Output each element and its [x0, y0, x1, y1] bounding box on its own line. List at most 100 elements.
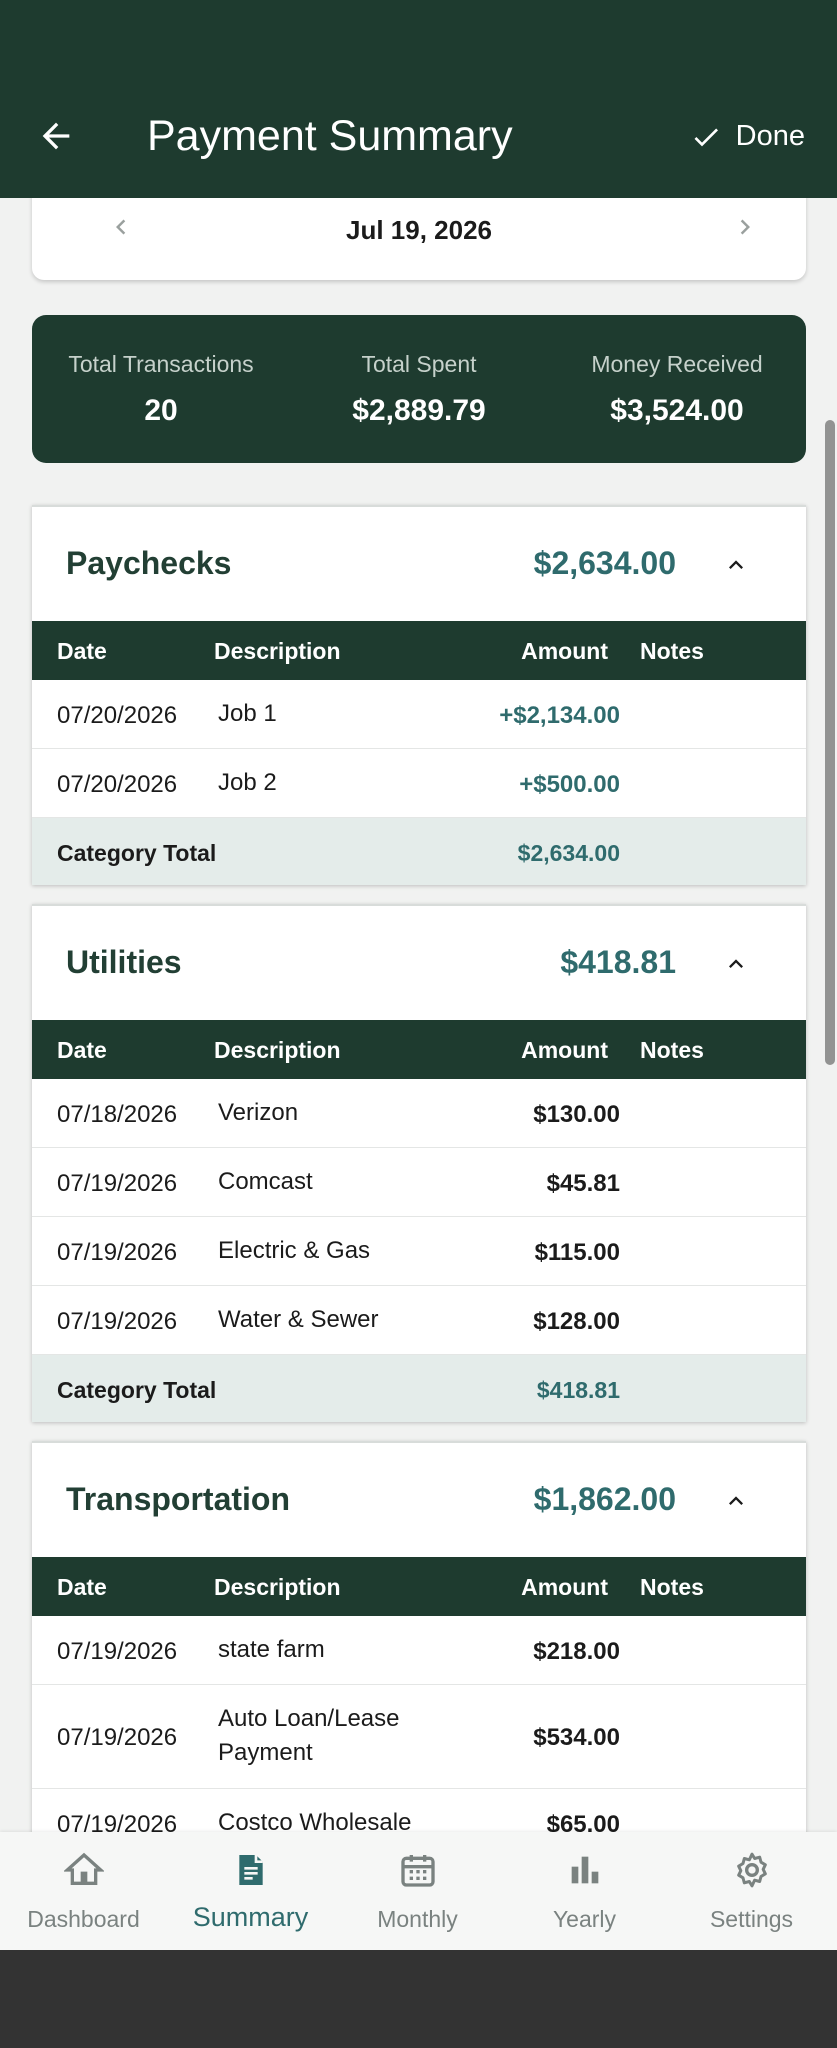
nav-label: Summary: [192, 1902, 309, 1932]
table-header: Date Description Amount Notes: [32, 621, 806, 680]
nav-label: Yearly: [552, 1906, 617, 1932]
row-date: 07/19/2026: [57, 1811, 178, 1832]
nav-label: Settings: [709, 1906, 794, 1932]
row-date: 07/20/2026: [57, 702, 178, 729]
total-amount: $418.81: [536, 1377, 620, 1403]
row-amount: $65.00: [546, 1811, 620, 1832]
col-notes: Notes: [640, 1574, 704, 1600]
row-amount: $218.00: [533, 1638, 620, 1665]
row-amount: $115.00: [534, 1239, 620, 1266]
nav-settings[interactable]: Settings: [668, 1832, 835, 1950]
category-total-row: Category Total $2,634.00: [32, 818, 806, 885]
nav-monthly[interactable]: Monthly: [334, 1832, 501, 1950]
category-total: $418.81: [560, 944, 676, 980]
check-icon: [694, 127, 718, 146]
stat-label: Money Received: [591, 351, 763, 377]
table-row[interactable]: 07/18/2026 Verizon $130.00: [32, 1079, 806, 1148]
chevron-up-icon[interactable]: [722, 950, 750, 978]
stat-value: $3,524.00: [610, 394, 744, 427]
row-amount: $128.00: [533, 1308, 620, 1335]
calendar-icon: [401, 1855, 435, 1887]
table-row[interactable]: 07/19/2026 Electric & Gas $115.00: [32, 1217, 806, 1286]
table-row[interactable]: 07/19/2026 Costco Wholesale $65.00: [32, 1789, 806, 1832]
category-total-row: Category Total $418.81: [32, 1355, 806, 1422]
row-description: Job 1: [218, 700, 277, 727]
col-date: Date: [57, 1037, 107, 1063]
gear-icon: [737, 1852, 767, 1888]
col-notes: Notes: [640, 638, 704, 664]
table-row[interactable]: 07/19/2026 Auto Loan/Lease Payment $534.…: [32, 1685, 806, 1789]
category-header[interactable]: Paychecks $2,634.00: [32, 507, 806, 621]
category-total: $2,634.00: [533, 545, 676, 581]
row-date: 07/18/2026: [57, 1101, 178, 1128]
row-amount: $45.81: [546, 1170, 620, 1197]
total-amount: $2,634.00: [517, 840, 620, 866]
stat-total-spent: Total Spent $2,889.79: [290, 315, 548, 463]
row-amount: $130.00: [533, 1101, 620, 1128]
date-navigator: Jul 19, 2026: [32, 198, 806, 280]
category-header[interactable]: Transportation $1,862.00: [32, 1443, 806, 1557]
nav-summary[interactable]: Summary: [167, 1832, 334, 1950]
category-card-transportation: Transportation $1,862.00 Date Descriptio…: [32, 1441, 806, 1832]
stat-total-transactions: Total Transactions 20: [32, 315, 290, 463]
stat-value: $2,889.79: [352, 394, 486, 427]
summary-stats-card: Total Transactions 20 Total Spent $2,889…: [32, 315, 806, 463]
row-date: 07/19/2026: [57, 1724, 178, 1751]
category-card-paychecks: Paychecks $2,634.00 Date Description Amo…: [32, 505, 806, 885]
current-date: Jul 19, 2026: [346, 215, 492, 245]
col-description: Description: [214, 1574, 341, 1600]
table-row[interactable]: 07/19/2026 Water & Sewer $128.00: [32, 1286, 806, 1355]
row-date: 07/19/2026: [57, 1239, 178, 1266]
row-description: state farm: [218, 1636, 325, 1663]
nav-yearly[interactable]: Yearly: [501, 1832, 668, 1950]
app-bar: Payment Summary Done: [0, 0, 837, 198]
nav-dashboard[interactable]: Dashboard: [0, 1832, 167, 1950]
row-description: Verizon: [218, 1099, 299, 1126]
summary-icon: [239, 1855, 263, 1885]
total-label: Category Total: [57, 1377, 217, 1403]
col-notes: Notes: [640, 1037, 704, 1063]
app-screen: Payment Summary Done Jul 19, 2026 Total …: [0, 0, 837, 1950]
scroll-content[interactable]: Jul 19, 2026 Total Transactions 20 Total…: [0, 198, 837, 1832]
back-arrow-icon[interactable]: [36, 116, 76, 156]
col-description: Description: [214, 1037, 341, 1063]
scrollbar-thumb[interactable]: [825, 420, 835, 1065]
row-description: Job 2: [218, 769, 277, 796]
chevron-right-icon[interactable]: [730, 212, 760, 242]
done-button[interactable]: Done: [690, 120, 805, 153]
col-date: Date: [57, 1574, 107, 1600]
row-date: 07/19/2026: [57, 1170, 178, 1197]
table-row[interactable]: 07/19/2026 Comcast $45.81: [32, 1148, 806, 1217]
col-date: Date: [57, 638, 107, 664]
category-header[interactable]: Utilities $418.81: [32, 906, 806, 1020]
col-description: Description: [214, 638, 341, 664]
row-amount: +$2,134.00: [499, 702, 620, 729]
table-row[interactable]: 07/20/2026 Job 2 +$500.00: [32, 749, 806, 818]
chevron-up-icon[interactable]: [722, 1487, 750, 1515]
page-title: Payment Summary: [147, 112, 513, 160]
row-date: 07/19/2026: [57, 1638, 178, 1665]
table-header: Date Description Amount Notes: [32, 1557, 806, 1616]
category-total: $1,862.00: [533, 1481, 676, 1517]
row-description: Water & Sewer: [218, 1306, 379, 1333]
row-amount: +$500.00: [519, 771, 620, 798]
row-amount: $534.00: [533, 1724, 620, 1751]
nav-label: Monthly: [377, 1906, 458, 1932]
category-name: Utilities: [66, 944, 182, 980]
table-row[interactable]: 07/20/2026 Job 1 +$2,134.00: [32, 680, 806, 749]
system-navigation-bar: [0, 1950, 837, 2048]
row-description: Auto Loan/Lease Payment: [218, 1705, 400, 1766]
category-name: Transportation: [66, 1481, 291, 1517]
row-description: Comcast: [218, 1168, 313, 1195]
home-icon: [64, 1852, 104, 1885]
nav-label: Dashboard: [27, 1906, 140, 1932]
row-description: Electric & Gas: [218, 1237, 371, 1264]
bar-chart-icon: [571, 1856, 599, 1884]
category-name: Paychecks: [66, 545, 232, 581]
stat-value: 20: [144, 394, 178, 427]
table-row[interactable]: 07/19/2026 state farm $218.00: [32, 1616, 806, 1685]
chevron-up-icon[interactable]: [722, 551, 750, 579]
row-date: 07/20/2026: [57, 771, 178, 798]
done-label: Done: [735, 120, 805, 152]
row-description: Costco Wholesale: [218, 1809, 412, 1832]
